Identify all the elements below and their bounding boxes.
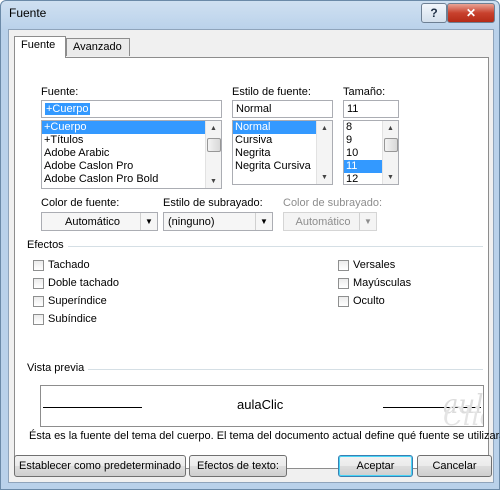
watermark-logo-bottom: Clic [443, 402, 483, 427]
style-list-scrollbar[interactable]: ▲ ▼ [316, 121, 332, 184]
close-button[interactable]: ✕ [447, 3, 495, 23]
checkbox-label: Versales [353, 259, 396, 271]
tab-panel-fuente: Fuente: +Cuerpo +Cuerpo +Títulos Adobe Ara… [14, 57, 500, 469]
font-input[interactable]: +Cuerpo [41, 100, 222, 118]
font-color-select[interactable]: Automático ▼ [41, 212, 158, 231]
size-list-scroll-thumb[interactable] [384, 138, 398, 152]
checkbox-label: Oculto [353, 295, 385, 307]
title-bar[interactable]: Fuente ? ✕ [1, 1, 499, 27]
help-button[interactable]: ? [421, 3, 447, 23]
font-color-label: Color de fuente: [41, 197, 120, 209]
preview-box: aulaClic aula Clic [40, 385, 484, 427]
checkbox-oculto[interactable]: Oculto [338, 295, 385, 307]
list-item[interactable]: Adobe Caslon Pro Bold [42, 173, 221, 186]
chevron-down-icon: ▼ [255, 213, 272, 230]
font-list-scroll-thumb[interactable] [207, 138, 221, 152]
scroll-up-icon[interactable]: ▲ [317, 121, 332, 135]
checkbox-tachado[interactable]: Tachado [33, 259, 90, 271]
underline-style-select[interactable]: (ninguno) ▼ [163, 212, 273, 231]
font-input-value: +Cuerpo [45, 103, 90, 115]
tab-fuente[interactable]: Fuente [14, 36, 66, 58]
checkbox-box[interactable] [33, 277, 44, 289]
ok-button[interactable]: Aceptar [338, 455, 413, 477]
style-input[interactable]: Normal [232, 100, 333, 118]
size-input[interactable]: 11 [343, 100, 399, 118]
style-list[interactable]: Normal Cursiva Negrita Negrita Cursiva ▲ ▼ [232, 120, 333, 185]
underline-color-select: Automático ▼ [283, 212, 377, 231]
preview-baseline-left [43, 407, 142, 408]
preview-description: Ésta es la fuente del tema del cuerpo. E… [29, 430, 500, 442]
dialog-client-area: Fuente Avanzado Fuente: +Cuerpo +Cuerpo +… [8, 29, 500, 483]
checkbox-box[interactable] [338, 295, 349, 307]
scroll-down-icon[interactable]: ▼ [317, 170, 332, 184]
scroll-down-icon[interactable]: ▼ [383, 170, 398, 184]
checkbox-subindice[interactable]: Subíndice [33, 313, 97, 325]
checkbox-box[interactable] [338, 277, 349, 289]
chevron-down-icon: ▼ [359, 213, 376, 230]
underline-color-value: Automático [295, 216, 351, 228]
close-icon: ✕ [465, 6, 477, 20]
checkbox-label: Subíndice [48, 313, 97, 325]
preview-group-label: Vista previa [27, 362, 89, 374]
checkbox-label: Tachado [48, 259, 90, 271]
checkbox-versales[interactable]: Versales [338, 259, 395, 271]
checkbox-box[interactable] [33, 313, 44, 325]
checkbox-box[interactable] [33, 295, 44, 307]
style-label: Estilo de fuente: [232, 86, 311, 98]
set-default-button[interactable]: Establecer como predeterminado [14, 455, 186, 477]
font-label: Fuente: [41, 86, 79, 98]
list-item[interactable]: Adobe Arabic [42, 147, 221, 160]
underline-style-label: Estilo de subrayado: [163, 197, 263, 209]
list-item[interactable]: +Cuerpo [42, 121, 221, 134]
font-dialog-window: Fuente ? ✕ Fuente Avanzado Fuente: +Cuer… [0, 0, 500, 490]
checkbox-box[interactable] [338, 259, 349, 271]
cancel-button[interactable]: Cancelar [417, 455, 492, 477]
size-list[interactable]: 8 9 10 11 12 ▲ ▼ [343, 120, 399, 185]
checkbox-label: Superíndice [48, 295, 107, 307]
checkbox-mayusculas[interactable]: Mayúsculas [338, 277, 411, 289]
checkbox-label: Mayúsculas [353, 277, 412, 289]
list-item[interactable]: Adobe Caslon Pro [42, 160, 221, 173]
font-list[interactable]: +Cuerpo +Títulos Adobe Arabic Adobe Caslon … [41, 120, 222, 189]
checkbox-superindice[interactable]: Superíndice [33, 295, 107, 307]
list-item[interactable]: +Títulos [42, 134, 221, 147]
preview-sample-text: aulaClic [237, 397, 284, 412]
scroll-up-icon[interactable]: ▲ [206, 121, 221, 135]
size-list-scrollbar[interactable]: ▲ ▼ [382, 121, 398, 184]
effects-group: Efectos [27, 239, 483, 251]
chevron-down-icon: ▼ [140, 213, 157, 230]
font-color-value: Automático [64, 216, 121, 228]
text-effects-button[interactable]: Efectos de texto: [189, 455, 287, 477]
size-label: Tamaño: [343, 86, 386, 98]
scroll-up-icon[interactable]: ▲ [383, 121, 398, 135]
underline-style-value: (ninguno) [168, 216, 215, 228]
scroll-down-icon[interactable]: ▼ [206, 174, 221, 188]
underline-color-label: Color de subrayado: [283, 197, 383, 209]
font-list-scrollbar[interactable]: ▲ ▼ [205, 121, 221, 188]
help-icon: ? [430, 6, 438, 20]
preview-group: Vista previa [27, 362, 483, 374]
effects-group-label: Efectos [27, 239, 68, 251]
tab-avanzado[interactable]: Avanzado [66, 38, 130, 56]
window-title: Fuente [9, 6, 47, 20]
checkbox-box[interactable] [33, 259, 44, 271]
checkbox-label: Doble tachado [48, 277, 119, 289]
checkbox-doble-tachado[interactable]: Doble tachado [33, 277, 119, 289]
